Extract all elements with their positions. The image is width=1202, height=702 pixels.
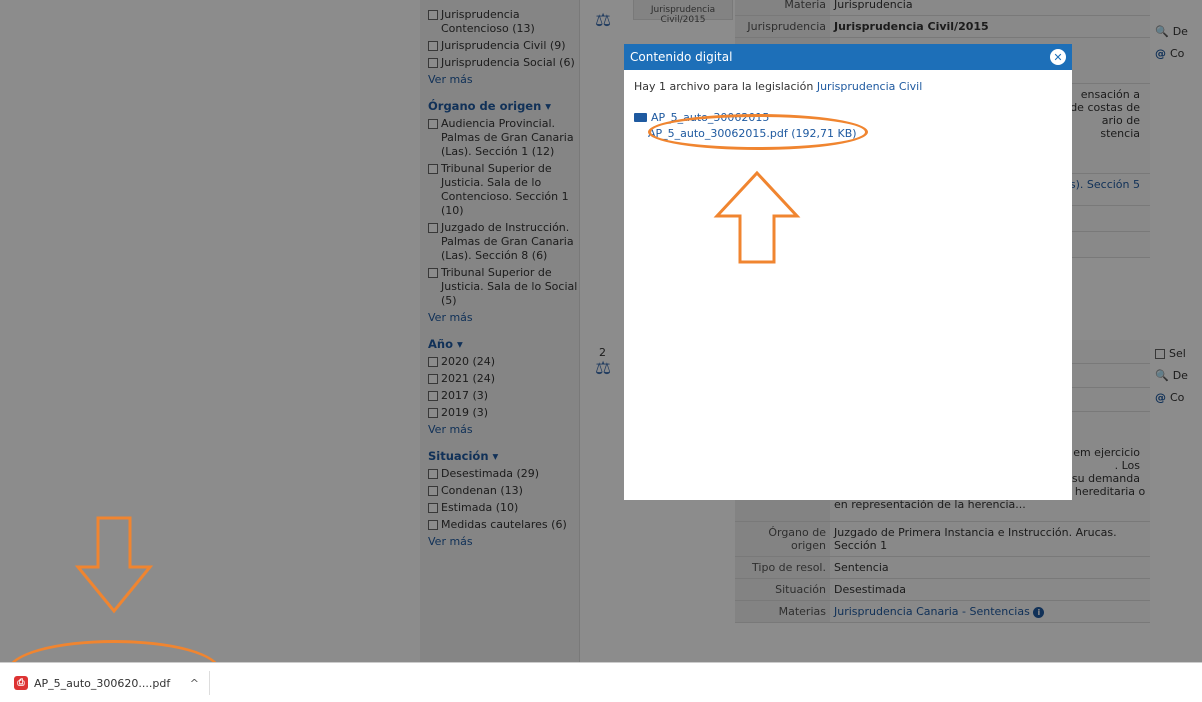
download-item[interactable]: ⎙ AP_5_auto_300620....pdf ^ <box>14 671 210 695</box>
modal-header-text: Hay 1 archivo para la legislación Jurisp… <box>634 80 1062 93</box>
header-text: Hay 1 archivo para la legislación <box>634 80 814 93</box>
legislation-link[interactable]: Jurisprudencia Civil <box>817 80 922 93</box>
annotation-arrow-down-icon <box>74 516 154 614</box>
close-icon[interactable]: ✕ <box>1050 49 1066 65</box>
folder-icon <box>634 113 647 122</box>
chevron-up-icon[interactable]: ^ <box>190 677 199 690</box>
annotation-arrow-up-icon <box>713 170 801 264</box>
modal-title: Contenido digital <box>630 50 733 64</box>
contenido-digital-modal: Contenido digital ✕ Hay 1 archivo para l… <box>624 44 1072 500</box>
modal-header: Contenido digital ✕ <box>624 44 1072 70</box>
download-filename: AP_5_auto_300620....pdf <box>34 676 171 690</box>
annotation-ellipse <box>648 114 868 150</box>
download-bar: ⎙ AP_5_auto_300620....pdf ^ <box>0 662 1202 702</box>
pdf-file-icon: ⎙ <box>14 676 28 690</box>
